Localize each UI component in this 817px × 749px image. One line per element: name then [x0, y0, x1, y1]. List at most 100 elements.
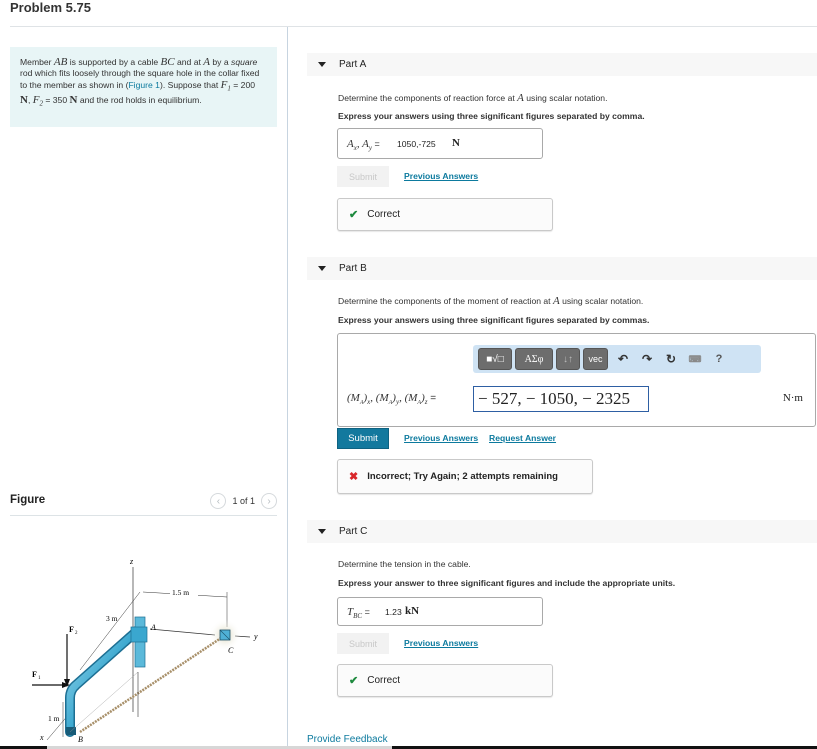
- part-c-answer-field[interactable]: TBC = 1.23 kN: [337, 597, 543, 626]
- redo-icon[interactable]: ↷: [635, 352, 659, 366]
- part-a-answer-label: Ax, Ay =: [347, 138, 380, 153]
- dim-1m: 1 m: [48, 714, 60, 723]
- part-c-answer-unit: kN: [405, 605, 420, 617]
- part-c-answer-value: 1.23: [385, 607, 402, 617]
- help-icon[interactable]: ?: [707, 353, 731, 365]
- part-b-header[interactable]: Part B: [307, 257, 817, 280]
- problem-text: and at: [174, 57, 204, 67]
- keyboard-icon[interactable]: ⌨: [683, 354, 707, 365]
- math-var: A: [552, 295, 560, 307]
- y-label: y: [253, 632, 258, 641]
- part-a-answer-field[interactable]: Ax, Ay = 1050,-725 N: [337, 128, 543, 159]
- x-label: x: [39, 733, 44, 742]
- collapse-triangle-icon[interactable]: [318, 266, 326, 271]
- prompt-text: Determine the components of reaction for…: [338, 93, 518, 103]
- figure-link[interactable]: Figure 1: [128, 80, 160, 90]
- math-toolbar: ■√□ AΣφ ↓↑ vec ↶ ↷ ↻ ⌨ ?: [473, 345, 761, 373]
- chevron-right-icon[interactable]: ›: [261, 493, 277, 509]
- figure-pager: ‹ 1 of 1 ›: [210, 493, 277, 509]
- dim-3m: 3 m: [106, 614, 118, 623]
- part-b-answer-unit: N·m: [782, 392, 803, 404]
- figure-title: Figure: [10, 494, 46, 506]
- dim-1-5m: 1.5 m: [172, 588, 189, 597]
- prompt-text: Determine the components of the moment o…: [338, 296, 553, 306]
- part-c: Part C Determine the tension in the cabl…: [307, 520, 817, 700]
- problem-text: = 200: [230, 79, 256, 90]
- part-c-prompt: Determine the tension in the cable.: [338, 559, 471, 569]
- part-a-label: Part A: [339, 59, 367, 70]
- svg-text:F: F: [32, 670, 37, 679]
- collapse-triangle-icon[interactable]: [318, 62, 326, 67]
- problem-statement: Member AB is supported by a cable BC and…: [10, 47, 277, 127]
- problem-text: ). Suppose that: [159, 79, 221, 90]
- part-c-header[interactable]: Part C: [307, 520, 817, 543]
- problem-text: is supported by a cable: [67, 57, 161, 67]
- figure-header: Figure ‹ 1 of 1 ›: [10, 492, 277, 516]
- z-label: z: [129, 557, 134, 566]
- part-c-feedback: ✔ Correct: [337, 664, 553, 697]
- point-c-label: C: [228, 646, 234, 655]
- problem-text: = 350: [42, 94, 70, 105]
- part-a-answer-value: 1050,-725: [397, 139, 436, 149]
- part-b-label: Part B: [339, 263, 367, 274]
- collapse-triangle-icon[interactable]: [318, 529, 326, 534]
- part-c-label: Part C: [339, 526, 368, 537]
- math-var: A: [203, 56, 210, 68]
- point-b-label: B: [78, 735, 83, 742]
- part-b-request-answer-link[interactable]: Request Answer: [489, 433, 556, 443]
- undo-icon[interactable]: ↶: [611, 352, 635, 366]
- part-b-feedback-text: Incorrect; Try Again; 2 attempts remaini…: [367, 471, 558, 482]
- problem-text-emphasis: square: [231, 57, 258, 67]
- greek-symbols-button[interactable]: AΣφ: [515, 348, 553, 370]
- y-axis: [149, 628, 216, 636]
- problem-column: Member A B is supported by a cable BC and…: [10, 27, 287, 749]
- svg-text:2: 2: [75, 631, 78, 636]
- part-b-answer-input[interactable]: − 527, − 1050, − 2325: [473, 386, 649, 412]
- x-icon: ✖: [349, 471, 359, 483]
- cable-bc: [79, 634, 225, 734]
- problem-text: by a: [209, 57, 232, 67]
- part-b-answer-label: (MA)x, (MA)y, (MA)z =: [347, 392, 437, 407]
- part-b: Part B Determine the components of the m…: [307, 257, 817, 497]
- check-icon: ✔: [349, 209, 359, 221]
- templates-button[interactable]: ■√□: [478, 348, 512, 370]
- prompt-text: using scalar notation.: [523, 93, 608, 103]
- part-a-previous-answers-link[interactable]: Previous Answers: [404, 171, 478, 181]
- part-b-answer-panel: ■√□ AΣφ ↓↑ vec ↶ ↷ ↻ ⌨ ? (MA)x, (MA)y, (…: [337, 333, 816, 427]
- part-c-instruction: Express your answer to three significant…: [338, 578, 676, 588]
- part-a-header[interactable]: Part A: [307, 53, 817, 76]
- part-b-submit-button[interactable]: Submit: [337, 428, 389, 449]
- part-a: Part A Determine the components of react…: [307, 53, 817, 238]
- part-c-submit-button[interactable]: Submit: [337, 633, 389, 654]
- part-c-answer-label: TBC =: [347, 606, 370, 621]
- sort-arrows-button[interactable]: ↓↑: [556, 348, 580, 370]
- page-title: Problem 5.75: [10, 0, 91, 15]
- reset-icon[interactable]: ↻: [659, 352, 683, 366]
- check-icon: ✔: [349, 675, 359, 687]
- part-a-feedback-text: Correct: [367, 209, 401, 220]
- point-a-label: A: [150, 623, 156, 632]
- math-var: A: [517, 92, 524, 104]
- part-b-instruction: Express your answers using three signifi…: [338, 315, 650, 325]
- column-divider: [287, 27, 288, 746]
- figure-counter: 1 of 1: [232, 496, 255, 506]
- math-var: BC: [160, 56, 175, 68]
- part-a-submit-button[interactable]: Submit: [337, 166, 389, 187]
- problem-text: and the rod holds in equilibrium.: [77, 94, 202, 105]
- part-b-prompt: Determine the components of the moment o…: [338, 295, 643, 307]
- part-a-answer-unit: N: [452, 137, 460, 149]
- part-c-feedback-text: Correct: [367, 675, 401, 686]
- part-b-feedback: ✖ Incorrect; Try Again; 2 attempts remai…: [337, 459, 593, 494]
- part-c-previous-answers-link[interactable]: Previous Answers: [404, 638, 478, 648]
- problem-text: Member: [20, 57, 54, 67]
- part-a-prompt: Determine the components of reaction for…: [338, 92, 607, 104]
- prompt-text: using scalar notation.: [559, 296, 644, 306]
- vector-button[interactable]: vec: [583, 348, 608, 370]
- provide-feedback-link[interactable]: Provide Feedback: [307, 734, 388, 745]
- chevron-left-icon[interactable]: ‹: [210, 493, 227, 509]
- math-unit: N: [20, 93, 28, 106]
- part-b-previous-answers-link[interactable]: Previous Answers: [404, 433, 478, 443]
- part-a-instruction: Express your answers using three signifi…: [338, 111, 645, 121]
- svg-text:F: F: [69, 625, 74, 634]
- part-a-feedback: ✔ Correct: [337, 198, 553, 231]
